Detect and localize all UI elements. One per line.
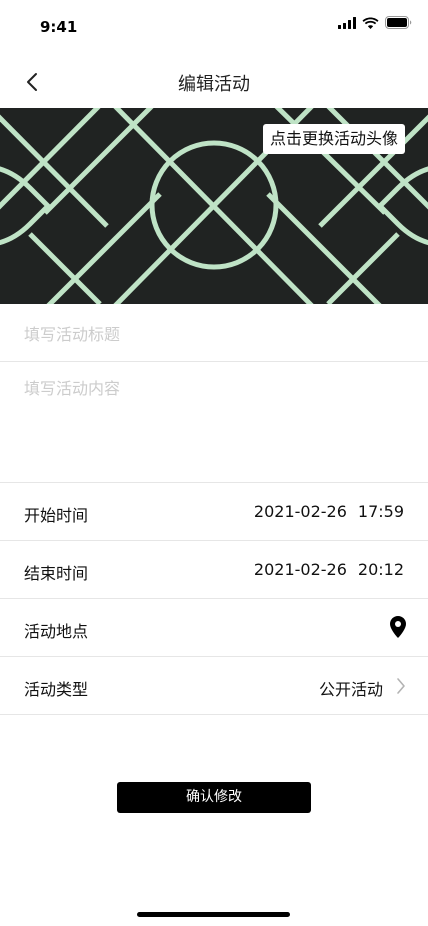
- status-icons: [338, 16, 412, 29]
- end-date: 2021-02-26: [253, 560, 347, 579]
- home-indicator: [137, 912, 290, 917]
- activity-cover-image[interactable]: 点击更换活动头像: [0, 108, 428, 304]
- battery-icon: [385, 16, 412, 29]
- activity-type-row[interactable]: 活动类型 公开活动: [0, 657, 428, 715]
- activity-content-textarea[interactable]: [24, 375, 404, 465]
- confirm-button[interactable]: 确认修改: [117, 782, 311, 813]
- wifi-icon: [362, 17, 379, 29]
- nav-bar: 编辑活动: [0, 56, 428, 108]
- change-cover-button[interactable]: 点击更换活动头像: [262, 124, 405, 154]
- cellular-signal-icon: [338, 16, 356, 29]
- content-field: [0, 362, 428, 483]
- end-time-value[interactable]: 2021-02-26 20:12: [254, 560, 404, 579]
- start-time-label: 开始时间: [24, 506, 89, 525]
- end-time-label: 结束时间: [24, 564, 89, 583]
- activity-type-value: 公开活动: [318, 680, 383, 699]
- start-time-row[interactable]: 开始时间 2021-02-26 17:59: [0, 483, 428, 541]
- activity-type-label: 活动类型: [24, 680, 89, 699]
- end-time: 20:12: [357, 560, 404, 579]
- chevron-right-icon: [397, 678, 405, 694]
- title-field: [0, 304, 428, 362]
- location-row[interactable]: 活动地点: [0, 599, 428, 657]
- status-time: 9:41: [40, 18, 78, 36]
- page-title: 编辑活动: [178, 74, 250, 95]
- status-bar: 9:41: [0, 0, 428, 54]
- location-pin-icon[interactable]: [390, 616, 406, 638]
- activity-title-input[interactable]: [24, 323, 404, 345]
- start-date: 2021-02-26: [253, 502, 347, 521]
- start-time: 17:59: [357, 502, 404, 521]
- end-time-row[interactable]: 结束时间 2021-02-26 20:12: [0, 541, 428, 599]
- start-time-value[interactable]: 2021-02-26 17:59: [254, 502, 404, 521]
- location-label: 活动地点: [24, 622, 89, 641]
